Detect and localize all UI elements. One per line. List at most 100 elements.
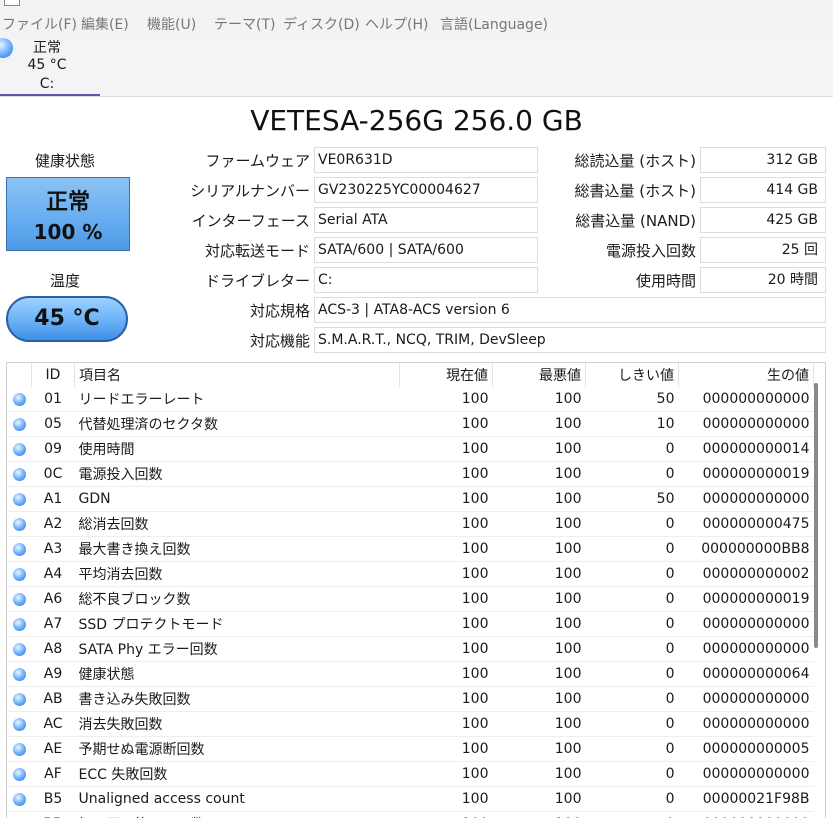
- table-row[interactable]: AE 予期せぬ電源断回数 100 100 0 000000000005: [7, 736, 814, 762]
- attr-id: AF: [31, 761, 75, 787]
- status-dot-icon: [13, 417, 26, 431]
- attr-id: A1: [31, 486, 75, 512]
- attr-current: 100: [399, 636, 493, 662]
- menu-help[interactable]: ヘルプ(H): [365, 14, 428, 34]
- attr-current: 100: [399, 661, 493, 687]
- status-dot-icon: [13, 717, 26, 731]
- attr-threshold: 0: [585, 436, 679, 462]
- attr-name: GDN: [74, 486, 400, 512]
- header-current[interactable]: 現在値: [399, 363, 493, 387]
- health-status-box[interactable]: 正常 100 %: [6, 177, 130, 251]
- interface-value: Serial ATA: [314, 207, 538, 233]
- smart-scrollbar[interactable]: [809, 381, 823, 817]
- disk-tab-bar: 正常 45 °C C:: [0, 36, 833, 97]
- menu-edit[interactable]: 編集(E): [81, 14, 129, 34]
- attr-worst: 100: [492, 461, 586, 487]
- table-row[interactable]: 09 使用時間 100 100 0 000000000014: [7, 436, 814, 462]
- attr-worst: 100: [492, 611, 586, 637]
- attr-raw-value: 00000021F98B: [678, 786, 814, 812]
- attr-id: AB: [31, 686, 75, 712]
- table-row[interactable]: A2 総消去回数 100 100 0 000000000475: [7, 511, 814, 537]
- disk-model-title: VETESA-256G 256.0 GB: [250, 104, 583, 137]
- table-row[interactable]: AB 書き込み失敗回数 100 100 0 000000000000: [7, 686, 814, 712]
- header-attribute-name[interactable]: 項目名: [74, 363, 400, 387]
- attr-current: 100: [399, 511, 493, 537]
- attr-threshold: 0: [585, 611, 679, 637]
- serial-label: シリアルナンバー: [190, 182, 310, 200]
- attr-raw-value: 000000000005: [678, 736, 814, 762]
- features-label: 対応機能: [249, 332, 310, 350]
- drive-letter-label: ドライブレター: [204, 272, 310, 290]
- attr-name: 最大書き換え回数: [74, 536, 400, 562]
- attr-name: ECC 失敗回数: [74, 761, 400, 787]
- attr-id: A8: [31, 636, 75, 662]
- status-dot-icon: [13, 392, 26, 406]
- attr-worst: 100: [492, 661, 586, 687]
- power-on-count-label: 電源投入回数: [605, 242, 696, 260]
- disk-tab-c[interactable]: 正常 45 °C C:: [0, 36, 100, 96]
- attr-worst: 100: [492, 786, 586, 812]
- table-row[interactable]: A6 総不良ブロック数 100 100 0 000000000019: [7, 586, 814, 612]
- menu-file[interactable]: ファイル(F): [2, 14, 77, 34]
- table-row[interactable]: A4 平均消去回数 100 100 0 000000000002: [7, 561, 814, 587]
- host-writes-label: 総書込量 (ホスト): [574, 182, 696, 200]
- transfer-mode-label: 対応転送モード: [204, 242, 310, 260]
- attr-id: 01: [31, 387, 75, 412]
- header-worst[interactable]: 最悪値: [492, 363, 586, 387]
- attr-name: SATA Phy エラー回数: [74, 636, 400, 662]
- table-row[interactable]: AF ECC 失敗回数 100 100 0 000000000000: [7, 761, 814, 787]
- power-on-hours-value: 20 時間: [700, 267, 826, 293]
- table-row[interactable]: AC 消去失敗回数 100 100 0 000000000000: [7, 711, 814, 737]
- header-raw-value[interactable]: 生の値: [678, 363, 814, 387]
- status-cell: [7, 486, 32, 512]
- table-row[interactable]: BB訂正不可能エラー数1001000000000000000: [7, 811, 814, 818]
- status-cell: [7, 586, 32, 612]
- attr-current: 100: [399, 811, 493, 818]
- table-row[interactable]: B5 Unaligned access count 100 100 0 00000021F…: [7, 786, 814, 812]
- attr-raw-value: 000000000000: [678, 761, 814, 787]
- status-cell: [7, 561, 32, 587]
- attr-raw-value: 000000000064: [678, 661, 814, 687]
- attr-current: 100: [399, 686, 493, 712]
- host-writes-value: 414 GB: [700, 177, 826, 203]
- status-cell: [7, 536, 32, 562]
- standard-label: 対応規格: [249, 302, 310, 320]
- status-cell: [7, 387, 32, 412]
- table-row[interactable]: 01 リードエラーレート 100 100 50 000000000000: [7, 387, 814, 412]
- table-row[interactable]: 05 代替処理済のセクタ数 100 100 10 000000000000: [7, 411, 814, 437]
- app-icon: [4, 0, 20, 6]
- menu-theme[interactable]: テーマ(T): [214, 14, 275, 34]
- power-on-hours-label: 使用時間: [635, 272, 696, 290]
- header-status[interactable]: [7, 363, 32, 387]
- disk-tab-status: 正常: [33, 40, 61, 56]
- header-threshold[interactable]: しきい値: [585, 363, 679, 387]
- status-dot-icon: [13, 667, 26, 681]
- attr-id: A2: [31, 511, 75, 537]
- table-row[interactable]: A1 GDN 100 100 50 000000000000: [7, 486, 814, 512]
- attr-name: 電源投入回数: [74, 461, 400, 487]
- table-row[interactable]: A7 SSD プロテクトモード 100 100 0 000000000000: [7, 611, 814, 637]
- status-cell: [7, 761, 32, 787]
- temperature-display[interactable]: 45 °C: [6, 296, 128, 342]
- attr-current: 100: [399, 536, 493, 562]
- attr-raw-value: 000000000000: [678, 711, 814, 737]
- status-cell: [7, 636, 32, 662]
- menu-language[interactable]: 言語(Language): [440, 14, 548, 34]
- attr-worst: 100: [492, 387, 586, 412]
- menu-disk[interactable]: ディスク(D): [283, 14, 360, 34]
- attr-raw-value: 000000000000: [678, 611, 814, 637]
- table-row[interactable]: A3 最大書き換え回数 100 100 0 000000000BB8: [7, 536, 814, 562]
- attr-name: 予期せぬ電源断回数: [74, 736, 400, 762]
- smart-table-body: 01 リードエラーレート 100 100 50 000000000000 05 代替処理済のセ…: [7, 387, 814, 818]
- menu-function[interactable]: 機能(U): [147, 14, 196, 34]
- table-row[interactable]: 0C 電源投入回数 100 100 0 000000000019: [7, 461, 814, 487]
- power-on-count-value: 25 回: [700, 237, 826, 263]
- table-row[interactable]: A9 健康状態 100 100 0 000000000064: [7, 661, 814, 687]
- attr-threshold: 0: [585, 561, 679, 587]
- scrollbar-thumb[interactable]: [814, 383, 818, 648]
- table-row[interactable]: A8 SATA Phy エラー回数 100 100 0 000000000000: [7, 636, 814, 662]
- standard-value: ACS-3 | ATA8-ACS version 6: [314, 297, 826, 323]
- attr-threshold: 0: [585, 511, 679, 537]
- attr-threshold: 0: [585, 461, 679, 487]
- header-id[interactable]: ID: [31, 363, 75, 387]
